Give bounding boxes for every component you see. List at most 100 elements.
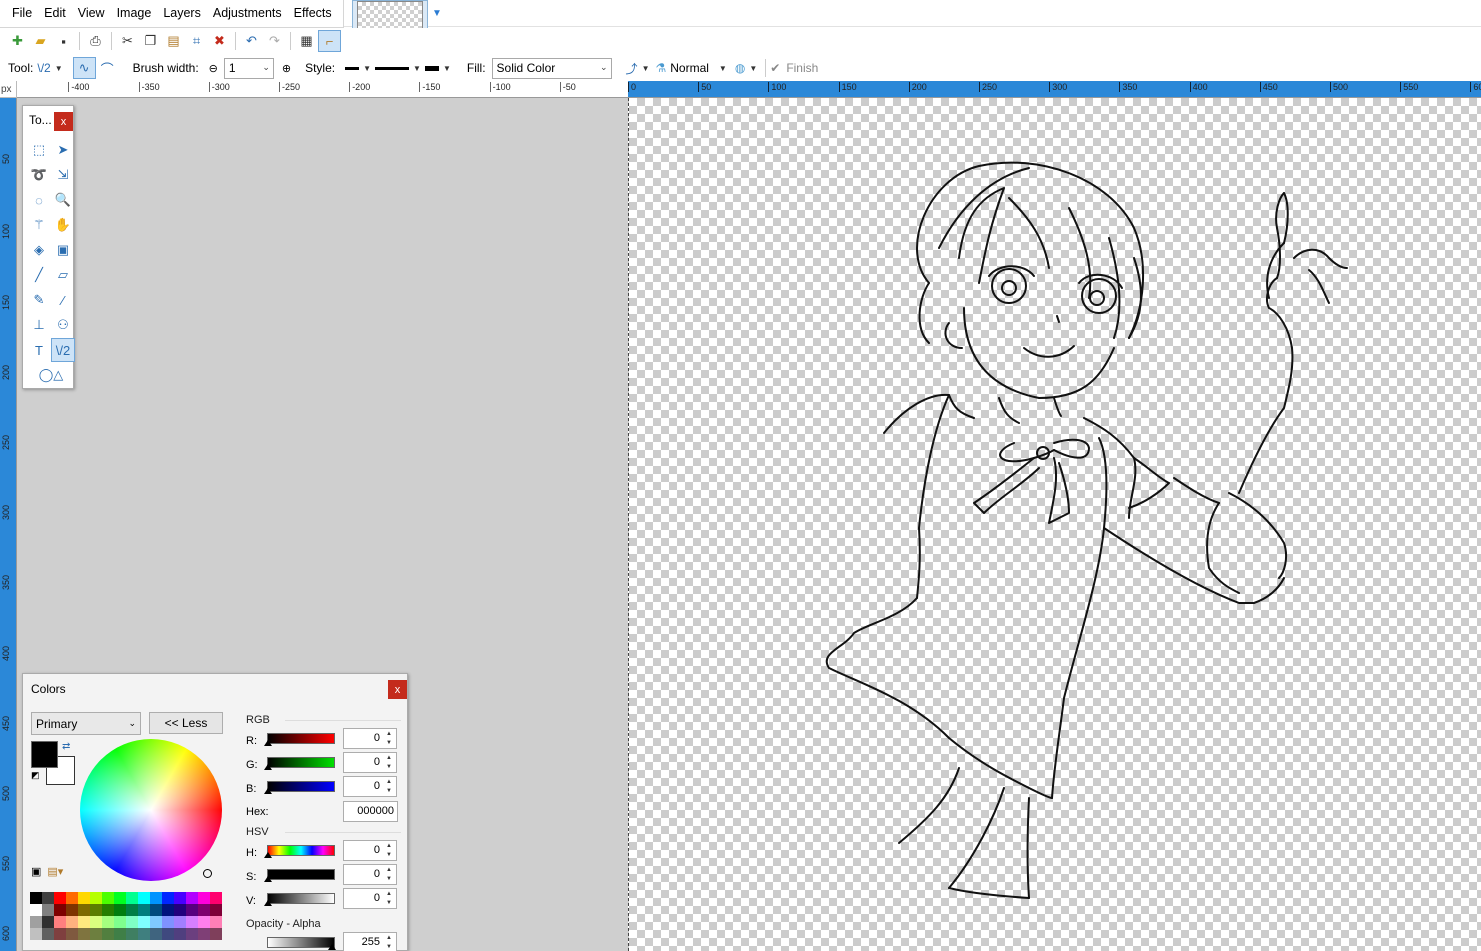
hue-input[interactable]: 0 ▲ ▼	[343, 840, 397, 861]
palette-swatch[interactable]	[66, 928, 78, 940]
magic-wand-icon[interactable]: ⚚	[27, 213, 51, 237]
alpha-input[interactable]: 255 ▲ ▼	[343, 932, 397, 951]
save-icon[interactable]: ▪	[52, 30, 75, 52]
menu-file[interactable]: File	[0, 0, 38, 27]
palette-swatch[interactable]	[186, 916, 198, 928]
palette-swatch[interactable]	[90, 904, 102, 916]
rulers-icon[interactable]: ⌐	[318, 30, 341, 52]
palette-swatch[interactable]	[78, 892, 90, 904]
rectangle-select-icon[interactable]: ⬚	[27, 138, 51, 162]
less-button[interactable]: << Less	[149, 712, 223, 734]
palette-swatch[interactable]	[150, 916, 162, 928]
palette-swatch[interactable]	[186, 892, 198, 904]
palette-swatch[interactable]	[90, 892, 102, 904]
add-to-palette-icon[interactable]: ▣	[31, 865, 41, 878]
alpha-slider[interactable]	[267, 937, 336, 950]
palette-swatch[interactable]	[210, 916, 222, 928]
palette-swatch[interactable]	[102, 916, 114, 928]
decrease-width-icon[interactable]: ⊖	[209, 62, 218, 75]
palette-swatch[interactable]	[66, 892, 78, 904]
palette-swatch[interactable]	[150, 892, 162, 904]
menu-adjustments[interactable]: Adjustments	[207, 0, 288, 27]
slider-knob[interactable]	[264, 852, 272, 858]
palette-swatch[interactable]	[186, 904, 198, 916]
palette-swatch[interactable]	[102, 904, 114, 916]
dash-style-sample[interactable]	[345, 66, 360, 70]
finish-button[interactable]: Finish	[786, 61, 818, 75]
palette-swatch[interactable]	[90, 916, 102, 928]
colors-close-button[interactable]: x	[388, 680, 407, 699]
saturation-input[interactable]: 0 ▲ ▼	[343, 864, 397, 885]
palette-swatch[interactable]	[198, 892, 210, 904]
red-input[interactable]: 0 ▲ ▼	[343, 728, 397, 749]
palette-swatch[interactable]	[138, 916, 150, 928]
palette-swatch[interactable]	[126, 928, 138, 940]
palette-swatch[interactable]	[150, 928, 162, 940]
print-icon[interactable]: ⎙	[84, 30, 107, 52]
antialias-dropdown-icon[interactable]: ▼	[642, 64, 650, 73]
copy-icon[interactable]: ❐	[139, 30, 162, 52]
spin-arrows-icon[interactable]: ▲ ▼	[383, 778, 395, 796]
blend-mode-dropdown-icon[interactable]: ▼	[719, 64, 727, 73]
palette-swatch[interactable]	[30, 892, 42, 904]
palette-swatch[interactable]	[30, 928, 42, 940]
palette-swatch[interactable]	[54, 892, 66, 904]
clone-stamp-icon[interactable]: ⊥	[27, 313, 51, 337]
palette-swatch[interactable]	[42, 928, 54, 940]
zoom-icon[interactable]: 🔍	[51, 188, 75, 212]
spin-arrows-icon[interactable]: ▲ ▼	[383, 842, 395, 860]
palette-swatch[interactable]	[66, 904, 78, 916]
palette-swatch[interactable]	[162, 904, 174, 916]
shapes-icon[interactable]: ◯△	[27, 363, 75, 387]
line-style-dropdown-icon[interactable]: ▼	[413, 64, 421, 73]
color-mode-select[interactable]: Primary ⌄	[31, 712, 141, 735]
brush-width-input[interactable]: 1 ⌄	[223, 57, 274, 79]
blend-mode-icon[interactable]: ⚗	[655, 61, 666, 75]
lasso-select-icon[interactable]: ➰	[27, 163, 51, 187]
palette-swatch[interactable]	[114, 928, 126, 940]
new-image-icon[interactable]: ✚	[6, 30, 29, 52]
grid-icon[interactable]: ▦	[295, 30, 318, 52]
saturation-slider[interactable]	[264, 869, 335, 882]
menu-effects[interactable]: Effects	[288, 0, 338, 27]
palette-swatch[interactable]	[174, 892, 186, 904]
palette-swatch[interactable]	[30, 904, 42, 916]
palette-swatch[interactable]	[210, 928, 222, 940]
menu-layers[interactable]: Layers	[157, 0, 207, 27]
undo-icon[interactable]: ↶	[240, 30, 263, 52]
swap-colors-icon[interactable]: ⇄	[62, 741, 70, 752]
slider-knob[interactable]	[264, 764, 272, 770]
palette-swatch[interactable]	[42, 892, 54, 904]
primary-color-swatch[interactable]	[31, 741, 58, 768]
palette-swatch[interactable]	[126, 916, 138, 928]
red-slider[interactable]	[264, 733, 335, 746]
palette-swatch[interactable]	[162, 928, 174, 940]
palette-swatch[interactable]	[174, 904, 186, 916]
palette-swatch[interactable]	[66, 916, 78, 928]
palette-swatch[interactable]	[78, 928, 90, 940]
tools-close-button[interactable]: x	[54, 112, 73, 131]
pencil-icon[interactable]: ✎	[27, 288, 51, 312]
palette-swatch[interactable]	[114, 892, 126, 904]
palette-swatch[interactable]	[114, 916, 126, 928]
green-input[interactable]: 0 ▲ ▼	[343, 752, 397, 773]
move-selected-pixels-icon[interactable]: ➤	[51, 138, 75, 162]
spin-arrows-icon[interactable]: ▲ ▼	[383, 754, 395, 772]
palette-swatch[interactable]	[54, 916, 66, 928]
palette-swatch[interactable]	[126, 904, 138, 916]
palette-swatch[interactable]	[174, 916, 186, 928]
palette-swatch[interactable]	[186, 928, 198, 940]
bezier-mode-icon[interactable]: ⌒	[96, 57, 119, 79]
antialias-icon[interactable]: ⤴	[626, 60, 638, 77]
dash-style-dropdown-icon[interactable]: ▼	[363, 64, 371, 73]
palette-menu-icon[interactable]: ▤▾	[47, 865, 63, 878]
spin-arrows-icon[interactable]: ▲ ▼	[383, 866, 395, 884]
redo-icon[interactable]: ↷	[263, 30, 286, 52]
slider-knob[interactable]	[264, 740, 272, 746]
spin-arrows-icon[interactable]: ▲ ▼	[383, 890, 395, 908]
color-wheel-marker[interactable]	[203, 869, 212, 878]
palette-swatch[interactable]	[150, 904, 162, 916]
pan-icon[interactable]: ✋	[51, 213, 75, 237]
open-file-icon[interactable]: ▰	[29, 30, 52, 52]
palette-swatch[interactable]	[210, 904, 222, 916]
